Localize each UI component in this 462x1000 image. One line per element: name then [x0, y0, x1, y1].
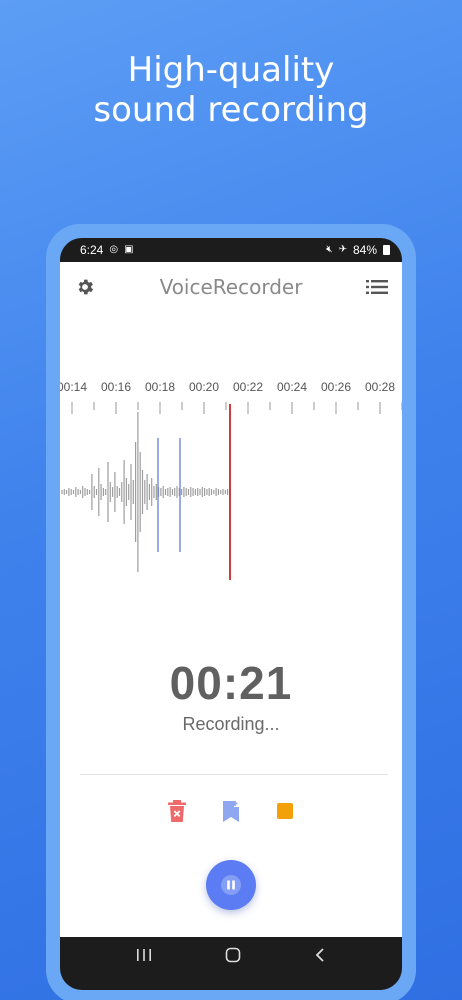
notification-dot-icon: ◎ — [109, 244, 119, 255]
stop-icon[interactable] — [270, 796, 300, 826]
airplane-icon: ✈ — [338, 244, 347, 255]
gear-icon[interactable] — [74, 276, 96, 298]
app-screen: VoiceRecorder 00:14 00:16 00:18 00:20 00… — [60, 262, 402, 937]
timeline-label: 00:22 — [232, 380, 264, 394]
pause-button[interactable] — [206, 860, 256, 910]
back-icon[interactable] — [314, 947, 326, 968]
home-icon[interactable] — [225, 947, 241, 968]
timeline-label: 00:20 — [188, 380, 220, 394]
mute-icon: 🔇︎ — [326, 244, 333, 255]
image-icon: ▣ — [124, 244, 134, 255]
delete-icon[interactable] — [162, 796, 192, 826]
app-title: VoiceRecorder — [159, 275, 303, 299]
promo-line-1: High-quality — [127, 50, 335, 90]
divider — [80, 774, 388, 775]
timeline-label: 00:28 — [364, 380, 396, 394]
battery-level: 84% — [352, 243, 377, 257]
battery-icon — [383, 245, 390, 255]
promo-line-2: sound recording — [93, 90, 369, 130]
timeline-label: 00:26 — [320, 380, 352, 394]
promo-headline: High-quality sound recording — [0, 50, 462, 130]
elapsed-time: 00:21 — [169, 657, 293, 709]
timeline-label: 00:18 — [144, 380, 176, 394]
status-bar: 6:24 ◎ ▣ 🔇︎ ✈ 84% — [60, 238, 402, 262]
list-icon[interactable] — [365, 276, 388, 298]
phone-bezel: 6:24 ◎ ▣ 🔇︎ ✈ 84% VoiceRecorder 00:14 00… — [60, 238, 402, 990]
timeline-label: 00:14 — [60, 380, 88, 394]
timeline-label: 00:24 — [276, 380, 308, 394]
timeline-ruler[interactable]: 00:14 00:16 00:18 00:20 00:22 00:24 00:2… — [60, 380, 402, 404]
pause-icon — [221, 875, 241, 895]
phone-frame: 6:24 ◎ ▣ 🔇︎ ✈ 84% VoiceRecorder 00:14 00… — [46, 224, 416, 1000]
status-time: 6:24 — [80, 243, 104, 257]
action-bar — [60, 796, 402, 826]
bookmark-add-icon[interactable] — [216, 796, 246, 826]
recents-icon[interactable] — [136, 948, 152, 967]
waveform[interactable] — [60, 402, 402, 582]
system-nav-bar — [60, 937, 402, 977]
timeline-label: 00:16 — [100, 380, 132, 394]
recording-status: Recording... — [182, 714, 280, 734]
app-bar: VoiceRecorder — [60, 262, 402, 312]
